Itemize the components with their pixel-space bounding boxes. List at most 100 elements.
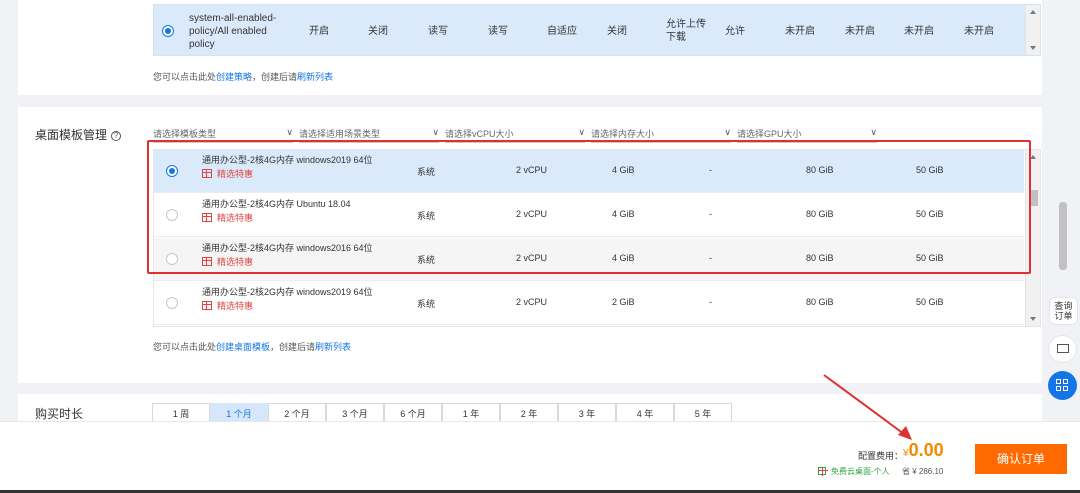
policy-upload-cell: 允许上传 下载 xyxy=(666,18,706,44)
template-card: 桌面模板管理? 请选择模板类型 ∨ 请选择适用场景类型 ∨ 请选择vCPU大小 ∨ 请… xyxy=(18,107,1042,383)
template-radio[interactable] xyxy=(166,253,178,265)
promo-tag: 精选特惠 xyxy=(202,211,253,224)
template-name: 通用办公型-2核4G内存 windows2019 64位 xyxy=(202,155,373,165)
save-note: 省 ¥ 286.10 xyxy=(902,467,944,476)
fee-amount: 0.00 xyxy=(908,440,944,460)
vcpu-select[interactable]: 请选择vCPU大小 ∨ xyxy=(445,127,585,143)
template-row[interactable]: 通用办公型-2核4G内存 Ubuntu 18.04 精选特惠 系统 2 vCPU… xyxy=(154,194,1024,237)
template-vcpu: 2 vCPU xyxy=(516,253,548,263)
policy-cell: 未开启 xyxy=(964,26,994,37)
help-icon[interactable]: ? xyxy=(111,131,122,141)
fee-value: ¥0.00 xyxy=(903,440,944,461)
template-row[interactable]: 通用办公型-2核4G内存 windows2019 64位 精选特惠 系统 2 v… xyxy=(154,150,1024,193)
template-radio[interactable] xyxy=(166,297,178,309)
scroll-up-icon[interactable] xyxy=(1030,155,1036,159)
policy-table: system-all-enabled- policy/All enabled p… xyxy=(153,4,1041,56)
policy-cell: 读写 xyxy=(428,26,448,37)
policy-scrollbar[interactable] xyxy=(1025,5,1040,55)
promo-tag: 精选特惠 xyxy=(202,167,253,180)
policy-cell: 读写 xyxy=(488,26,508,37)
template-type: 系统 xyxy=(417,255,436,265)
policy-hint: 您可以点击此处创建策略，创建后请刷新列表 xyxy=(153,70,333,83)
query-order-line: 订单 xyxy=(1054,311,1073,321)
policy-cell: 开启 xyxy=(309,26,329,37)
gift-icon xyxy=(202,257,212,266)
refresh-list-link[interactable]: 刷新列表 xyxy=(315,342,351,352)
policy-cell: 允许 xyxy=(725,26,745,37)
page-scroll-thumb[interactable] xyxy=(1059,202,1067,270)
scroll-thumb[interactable] xyxy=(1029,190,1038,206)
policy-cell: 未开启 xyxy=(785,26,815,37)
template-system-disk: 80 GiB xyxy=(806,253,834,263)
template-data-disk: 50 GiB xyxy=(916,297,944,307)
policy-upload-line: 允许上传 xyxy=(666,19,706,30)
chevron-down-icon: ∨ xyxy=(432,127,439,137)
hint-text: ，创建后请 xyxy=(270,342,316,352)
refresh-list-link[interactable]: 刷新列表 xyxy=(297,72,333,82)
memory-select[interactable]: 请选择内存大小 ∨ xyxy=(591,127,731,143)
fee-label: 配置费用： xyxy=(858,451,904,461)
template-gpu: - xyxy=(709,165,712,175)
chat-icon[interactable] xyxy=(1048,335,1077,363)
create-policy-link[interactable]: 创建策略 xyxy=(216,72,252,82)
filter-placeholder: 请选择vCPU大小 xyxy=(445,129,514,139)
query-order-button[interactable]: 查询 订单 xyxy=(1049,297,1078,325)
hint-text: 您可以点击此处 xyxy=(153,342,217,352)
template-system-disk: 80 GiB xyxy=(806,297,834,307)
order-bar: 配置费用： ¥0.00 免费云桌面-个人 省 ¥ 286.10 确认订单 xyxy=(0,421,1080,493)
duration-label: 购买时长 xyxy=(35,407,84,421)
promo-text: 精选特惠 xyxy=(217,169,254,179)
chevron-down-icon: ∨ xyxy=(724,127,731,137)
gpu-select[interactable]: 请选择GPU大小 ∨ xyxy=(737,127,877,143)
template-vcpu: 2 vCPU xyxy=(516,297,548,307)
template-radio[interactable] xyxy=(166,165,178,177)
scene-type-select[interactable]: 请选择适用场景类型 ∨ xyxy=(299,127,439,143)
template-memory: 4 GiB xyxy=(612,253,635,263)
template-data-disk: 50 GiB xyxy=(916,165,944,175)
scroll-up-icon[interactable] xyxy=(1030,10,1036,14)
template-system-disk: 80 GiB xyxy=(806,209,834,219)
policy-radio[interactable] xyxy=(162,25,174,37)
create-template-link[interactable]: 创建桌面模板 xyxy=(216,342,270,352)
apps-grid-icon[interactable] xyxy=(1048,371,1077,400)
template-type: 系统 xyxy=(417,167,436,177)
filter-placeholder: 请选择模板类型 xyxy=(153,129,217,139)
template-data-disk: 50 GiB xyxy=(916,209,944,219)
template-name: 通用办公型-2核4G内存 Ubuntu 18.04 xyxy=(202,199,351,209)
template-table: 通用办公型-2核4G内存 windows2019 64位 精选特惠 系统 2 v… xyxy=(153,149,1041,327)
scroll-down-icon[interactable] xyxy=(1030,46,1036,50)
template-row[interactable]: 通用办公型-2核2G内存 windows2019 64位 精选特惠 系统 2 v… xyxy=(154,282,1024,325)
policy-name-line: system-all-enabled- xyxy=(189,13,277,24)
template-name: 通用办公型-2核4G内存 windows2016 64位 xyxy=(202,243,373,253)
template-scrollbar[interactable] xyxy=(1025,150,1040,326)
confirm-order-button[interactable]: 确认订单 xyxy=(975,444,1067,474)
chevron-down-icon: ∨ xyxy=(578,127,585,137)
gift-icon xyxy=(202,301,212,310)
template-type: 系统 xyxy=(417,211,436,221)
template-gpu: - xyxy=(709,297,712,307)
chevron-down-icon: ∨ xyxy=(870,127,877,137)
policy-name: system-all-enabled- policy/All enabled p… xyxy=(189,12,276,51)
template-name: 通用办公型-2核2G内存 windows2019 64位 xyxy=(202,287,373,297)
policy-upload-line: 下载 xyxy=(666,32,686,43)
template-radio[interactable] xyxy=(166,209,178,221)
promo-tag: 精选特惠 xyxy=(202,255,253,268)
policy-name-line: policy/All enabled xyxy=(189,26,267,37)
template-data-disk: 50 GiB xyxy=(916,253,944,263)
gift-icon xyxy=(202,169,212,178)
policy-row[interactable]: system-all-enabled- policy/All enabled p… xyxy=(154,5,1024,55)
policy-cell: 关闭 xyxy=(368,26,388,37)
policy-cell: 自适应 xyxy=(547,26,577,37)
query-order-line: 查询 xyxy=(1054,301,1073,311)
template-gpu: - xyxy=(709,253,712,263)
template-type-select[interactable]: 请选择模板类型 ∨ xyxy=(153,127,293,143)
gift-icon xyxy=(818,467,828,476)
template-type: 系统 xyxy=(417,299,436,309)
template-row[interactable]: 通用办公型-2核4G内存 windows2016 64位 精选特惠 系统 2 v… xyxy=(154,238,1024,281)
promo-text: 精选特惠 xyxy=(217,301,254,311)
scroll-down-icon[interactable] xyxy=(1030,317,1036,321)
template-vcpu: 2 vCPU xyxy=(516,165,548,175)
policy-cell: 未开启 xyxy=(904,26,934,37)
template-system-disk: 80 GiB xyxy=(806,165,834,175)
policy-card: system-all-enabled- policy/All enabled p… xyxy=(18,0,1042,95)
